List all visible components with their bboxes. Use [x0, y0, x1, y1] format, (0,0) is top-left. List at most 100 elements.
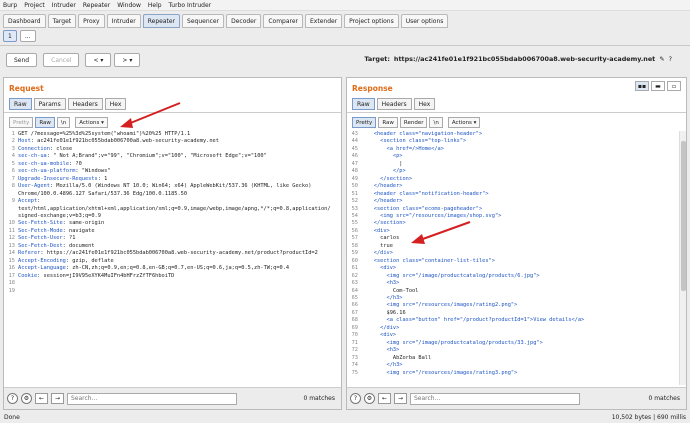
newline-button[interactable]: \n [56, 117, 71, 128]
line-number: 72 [351, 347, 358, 354]
menu-item-turbo-intruder[interactable]: Turbo Intruder [169, 2, 212, 9]
line-number: 50 [351, 183, 358, 190]
line-text: </section> [361, 220, 406, 227]
search-prev-button[interactable]: ← [35, 393, 48, 404]
chevron-down-icon: ▾ [101, 119, 104, 126]
search-input[interactable] [410, 392, 580, 405]
newline-button[interactable]: \n [429, 117, 443, 128]
raw-button[interactable]: Raw [378, 117, 398, 128]
code-line: 11 Sec-Fetch-Mode: navigate [4, 228, 333, 235]
raw-button[interactable]: Raw [35, 117, 55, 128]
line-number: 15 [8, 257, 15, 264]
request-search-bar: ? ⚙ ← → 0 matches [4, 387, 341, 409]
code-line: 17 Cookie: session=jI9V95eXYK4MuIFn4bHFrz… [4, 273, 333, 280]
line-text: signed-exchange;v=b3;q=0.9 [18, 212, 101, 219]
render-button[interactable]: Render [399, 117, 428, 128]
search-next-button[interactable]: → [394, 393, 407, 404]
menu-item-intruder[interactable]: Intruder [52, 2, 76, 9]
tab-raw[interactable]: Raw [352, 98, 375, 110]
line-number: 71 [351, 339, 358, 346]
tab-extender[interactable]: Extender [305, 14, 343, 28]
send-button[interactable]: Send [6, 53, 38, 67]
line-number: 52 [351, 198, 358, 205]
line-number [4, 191, 18, 198]
header-value: 1 [100, 175, 108, 182]
next-button[interactable]: > ▾ [114, 53, 141, 67]
line-text: <img src="/image/productcatalog/products… [361, 339, 543, 346]
line-text: <img src="/resources/images/rating2.png"… [361, 302, 518, 309]
line-text: <div> [361, 227, 390, 234]
line-text: </header> [361, 183, 403, 190]
code-line: 43 <header class="navigation-header"> [347, 131, 678, 138]
subtab-more[interactable]: ... [19, 30, 36, 42]
tab-headers[interactable]: Headers [376, 98, 412, 110]
search-next-button[interactable]: → [51, 393, 64, 404]
line-number: 58 [351, 242, 358, 249]
code-line: 15 Accept-Encoding: gzip, deflate [4, 258, 333, 265]
previous-button[interactable]: < ▾ [85, 53, 112, 67]
header-name: Cookie [18, 272, 38, 279]
gear-icon[interactable]: ⚙ [364, 393, 375, 404]
tab-project-options[interactable]: Project options [344, 14, 399, 28]
scrollbar-thumb[interactable] [681, 141, 686, 291]
search-input[interactable] [67, 392, 237, 405]
line-number: 16 [8, 265, 15, 272]
actions-dropdown[interactable]: Actions ▾ [447, 117, 481, 128]
tab-hex[interactable]: Hex [413, 98, 436, 110]
actions-dropdown[interactable]: Actions ▾ [75, 117, 108, 128]
tab-decoder[interactable]: Decoder [226, 14, 262, 28]
code-line: 72 <h3> [347, 347, 678, 354]
code-line: 55 </section> [347, 220, 678, 227]
cancel-button[interactable]: Cancel [43, 53, 80, 67]
menu-item-repeater[interactable]: Repeater [83, 2, 110, 9]
tab-target[interactable]: Target [47, 14, 77, 28]
code-line: 47 | [347, 161, 678, 168]
response-scrollbar[interactable] [679, 131, 686, 385]
tab-raw[interactable]: Raw [9, 98, 32, 110]
help-icon[interactable]: ? [7, 393, 18, 404]
response-editor[interactable]: 43 <header class="navigation-header"> 44 … [347, 131, 678, 385]
pretty-button[interactable]: Pretty [9, 117, 34, 128]
line-number: 8 [11, 183, 15, 190]
code-line: 50 </header> [347, 183, 678, 190]
search-prev-button[interactable]: ← [378, 393, 391, 404]
tab-headers[interactable]: Headers [67, 98, 103, 110]
edit-icon[interactable]: ✎ [659, 55, 664, 63]
pretty-button[interactable]: Pretty [352, 117, 377, 128]
request-editor[interactable]: 1 GET /?message=%25%3d%25system("whoami")… [4, 131, 333, 385]
split-horizontal-icon[interactable]: ▪▪ [635, 81, 649, 91]
menu-item-burp[interactable]: Burp [3, 2, 17, 9]
code-line: 56 <div> [347, 228, 678, 235]
single-pane-icon[interactable]: ▫ [667, 81, 681, 91]
chevron-down-icon: ▾ [100, 56, 104, 64]
menu-item-help[interactable]: Help [148, 2, 162, 9]
line-text: </div> [361, 324, 400, 331]
code-line: 59 </div> [347, 250, 678, 257]
line-text: <img src="/resources/images/shop.svg"> [361, 212, 502, 219]
chevron-down-icon: ▾ [473, 119, 477, 126]
subtab-1[interactable]: 1 [3, 30, 17, 42]
split-vertical-icon[interactable]: ▬ [651, 81, 665, 91]
menu-item-project[interactable]: Project [24, 2, 45, 9]
tab-proxy[interactable]: Proxy [78, 14, 105, 28]
code-line: 53 <section class="ecoms-pageheader"> [347, 206, 678, 213]
code-line: 9 Accept: [4, 198, 333, 205]
help-icon[interactable]: ? [350, 393, 361, 404]
code-line: text/html,application/xhtml+xml,applicat… [4, 206, 333, 213]
tab-dashboard[interactable]: Dashboard [3, 14, 46, 28]
line-number: 66 [351, 302, 358, 309]
line-number: 53 [351, 205, 358, 212]
tab-repeater[interactable]: Repeater [142, 14, 181, 28]
tab-comparer[interactable]: Comparer [263, 14, 304, 28]
tab-intruder[interactable]: Intruder [106, 14, 141, 28]
main-tabs: Dashboard Target Proxy Intruder Repeater Sequ… [3, 12, 450, 28]
menu-item-window[interactable]: Window [117, 2, 141, 9]
gear-icon[interactable]: ⚙ [21, 393, 32, 404]
help-icon[interactable]: ? [669, 55, 672, 63]
tab-params[interactable]: Params [33, 98, 66, 110]
line-number: 70 [351, 332, 358, 339]
tab-sequencer[interactable]: Sequencer [182, 14, 225, 28]
tab-hex[interactable]: Hex [104, 98, 127, 110]
tab-user-options[interactable]: User options [400, 14, 449, 28]
line-number: 19 [8, 287, 15, 294]
